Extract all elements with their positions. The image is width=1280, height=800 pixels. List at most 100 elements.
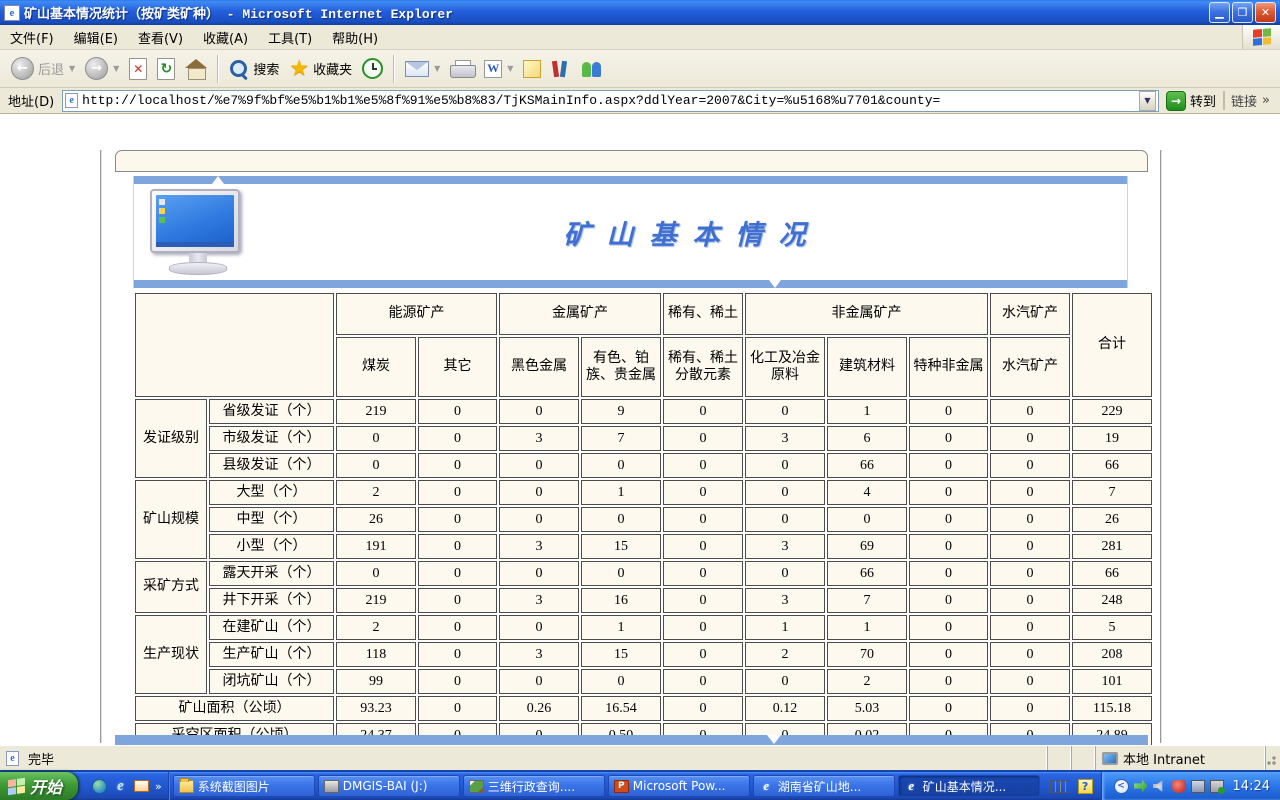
search-button[interactable]: 搜索 [224, 53, 284, 85]
quick-launch-chevron-icon[interactable]: » [155, 780, 162, 793]
favorites-button[interactable]: 收藏夹 [284, 53, 357, 85]
close-button[interactable]: ✕ [1255, 2, 1276, 23]
notes-icon [523, 60, 541, 78]
value-cell: 0 [909, 534, 988, 559]
value-cell: 0 [499, 669, 579, 694]
quick-launch-ie-icon[interactable] [113, 778, 128, 795]
value-cell: 0.26 [499, 696, 579, 721]
back-button[interactable]: 后退 ▼ [6, 53, 80, 85]
value-cell: 0 [418, 588, 497, 613]
links-bar[interactable]: 链接 » [1223, 91, 1276, 110]
value-cell: 1 [827, 615, 907, 640]
value-cell: 0 [745, 453, 825, 478]
refresh-button[interactable] [152, 53, 180, 85]
value-cell: 0 [990, 615, 1070, 640]
value-cell: 0 [909, 615, 988, 640]
value-cell: 15 [581, 534, 661, 559]
value-cell: 0 [990, 426, 1070, 451]
keyboard-layout-icon[interactable] [1050, 780, 1070, 793]
row-group-label: 发证级别 [135, 399, 207, 478]
taskbar-task[interactable]: DMGIS-BAI (J:) [318, 775, 460, 797]
address-field[interactable]: http://localhost/%e7%9f%bf%e5%b1%b1%e5%8… [62, 90, 1159, 112]
notes-button[interactable] [518, 53, 546, 85]
tray-volume-icon[interactable] [1153, 780, 1167, 793]
tray-security-shield-icon[interactable] [1172, 780, 1186, 793]
page-top-bar [115, 150, 1148, 172]
value-cell: 0 [418, 399, 497, 424]
back-label: 后退 [38, 59, 64, 78]
value-cell: 93.23 [336, 696, 416, 721]
start-button[interactable]: 开始 [0, 772, 78, 800]
value-cell: 1 [827, 399, 907, 424]
search-icon [229, 59, 249, 79]
value-cell: 0.12 [745, 696, 825, 721]
task-label: Microsoft Pow... [633, 779, 726, 793]
links-chevron-icon[interactable]: » [1262, 93, 1270, 108]
forward-button[interactable]: ▼ [80, 53, 124, 85]
col-group-header: 稀有、稀土 [663, 293, 743, 335]
tray-network-icon[interactable] [1191, 780, 1205, 793]
value-cell: 66 [827, 453, 907, 478]
stop-button[interactable] [124, 53, 152, 85]
menu-tools[interactable]: 工具(T) [258, 25, 322, 49]
value-cell: 3 [745, 534, 825, 559]
value-cell: 2 [336, 480, 416, 505]
value-cell: 0 [499, 561, 579, 586]
hide-tray-icons-button[interactable] [1114, 779, 1129, 794]
value-cell: 0 [663, 588, 743, 613]
taskbar-task[interactable]: Microsoft Pow... [608, 775, 750, 797]
status-bar: 完毕 本地 Intranet [0, 745, 1280, 770]
taskbar-task[interactable]: 矿山基本情况... [898, 775, 1040, 797]
ie-icon [904, 780, 919, 793]
task-label: 三维行政查询.... [488, 778, 575, 795]
value-cell: 0 [663, 507, 743, 532]
stop-icon [129, 58, 147, 80]
language-help-icon[interactable] [1078, 779, 1093, 794]
table-row: 采矿方式露天开采（个）000000660066 [135, 561, 1152, 586]
quick-launch-globe-icon[interactable] [92, 779, 107, 794]
history-button[interactable] [357, 53, 388, 85]
restore-button[interactable]: ❐ [1232, 2, 1253, 23]
value-cell: 5.03 [827, 696, 907, 721]
links-label: 链接 [1231, 91, 1257, 110]
value-cell: 0 [909, 507, 988, 532]
menu-view[interactable]: 查看(V) [128, 25, 193, 49]
row-label: 县级发证（个） [209, 453, 334, 478]
address-dropdown-icon[interactable]: ▼ [1139, 91, 1156, 111]
tray-safely-remove-icon[interactable] [1210, 780, 1224, 793]
quick-launch-mail-icon[interactable] [134, 780, 149, 792]
menu-file[interactable]: 文件(F) [0, 25, 64, 49]
print-button[interactable] [445, 53, 479, 85]
research-button[interactable] [546, 53, 576, 85]
resize-grip[interactable] [1266, 746, 1280, 770]
messenger-button[interactable] [576, 53, 608, 85]
address-label: 地址(D) [4, 91, 62, 110]
go-button[interactable]: 转到 [1159, 89, 1223, 113]
minimize-button[interactable]: ▁ [1209, 2, 1230, 23]
menu-favorites[interactable]: 收藏(A) [193, 25, 258, 49]
refresh-icon [157, 58, 175, 80]
menu-spacer [388, 25, 1242, 49]
menu-edit[interactable]: 编辑(E) [64, 25, 128, 49]
value-cell: 3 [745, 426, 825, 451]
taskbar-task[interactable]: 湖南省矿山地... [753, 775, 895, 797]
value-cell: 0 [336, 453, 416, 478]
menu-help[interactable]: 帮助(H) [322, 25, 388, 49]
home-button[interactable] [180, 53, 212, 85]
taskbar-task[interactable]: 系统截图图片 [173, 775, 315, 797]
value-cell: 70 [827, 642, 907, 667]
value-cell: 0 [990, 480, 1070, 505]
row-label: 生产矿山（个） [209, 642, 334, 667]
edit-word-button[interactable]: ▼ [479, 53, 518, 85]
value-cell: 0 [581, 453, 661, 478]
mail-button[interactable]: ▼ [400, 53, 445, 85]
status-page-icon [6, 751, 19, 766]
tray-update-icon[interactable] [1134, 780, 1148, 793]
value-cell: 0 [990, 399, 1070, 424]
taskbar-task[interactable]: 三维行政查询.... [463, 775, 605, 797]
address-url[interactable]: http://localhost/%e7%9f%bf%e5%b1%b1%e5%8… [82, 93, 1139, 108]
value-cell: 66 [1072, 453, 1152, 478]
banner-notch [769, 280, 781, 288]
value-cell: 101 [1072, 669, 1152, 694]
favorites-label: 收藏夹 [313, 59, 352, 78]
